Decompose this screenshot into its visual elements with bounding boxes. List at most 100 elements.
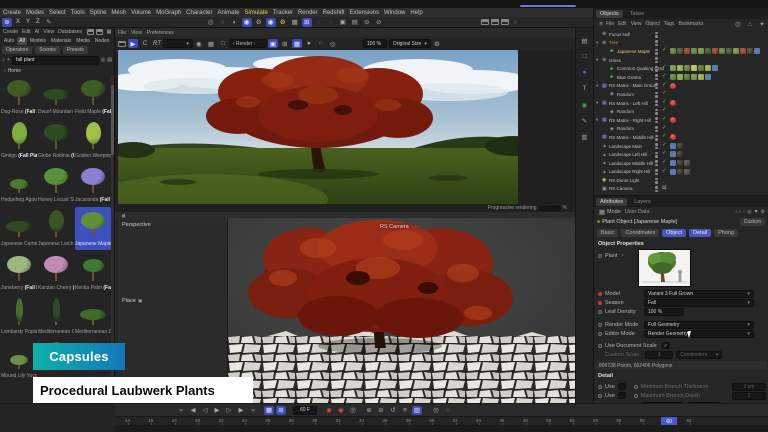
menu-item-window[interactable]: Window [384,10,405,16]
param-marker[interactable] [598,323,602,327]
object-row[interactable]: ♣Common Quaking Grass✓ [594,64,768,73]
visibility-dots[interactable] [655,100,658,107]
menu-item-tools[interactable]: Tools [71,10,85,16]
attr-filter-icon[interactable]: ▼ [754,209,759,215]
record-position-button[interactable]: ⊕ [364,406,374,415]
camera-label[interactable]: RS Camera [380,224,409,230]
object-row[interactable]: ◈Random✓ [594,90,768,99]
tag-icon[interactable] [705,74,711,80]
character-tool-icon[interactable]: ✎ [44,18,54,27]
custom-scale-value[interactable]: 1 [645,351,673,359]
next-key-button[interactable]: ▶ [236,406,246,415]
lock-icon[interactable]: ▣ [268,39,278,48]
dither-icon[interactable]: ⊞ [280,39,290,48]
object-row[interactable]: ▲Landscape Left Hill✓ [594,150,768,159]
visibility-dots[interactable] [655,169,658,176]
pen-tool-icon[interactable]: ✎ [580,116,590,125]
perspective-panel[interactable]: Perspective Place ▣ [118,218,228,403]
tab-objects[interactable]: Objects [596,10,623,18]
asset-menu-ai[interactable]: AI [35,29,40,35]
asset-item[interactable]: Ginkgo (Fall Plant) [1,119,37,162]
object-row[interactable]: ◉RS Dome Light [594,176,768,185]
layout-window-icon[interactable] [481,19,489,25]
enabled-check-icon[interactable]: ✓ [662,107,667,113]
toolbar-icon-dotc[interactable]: ◉ [266,18,276,27]
material-swatch[interactable] [698,74,704,80]
visibility-dots[interactable] [655,65,658,72]
toolbar-icon-grid2[interactable]: ⊞ [302,18,312,27]
menu-item-tracker[interactable]: Tracker [273,10,293,16]
ipr-rendered-image[interactable] [118,50,518,204]
material-swatch[interactable] [691,48,697,54]
field-value-editor-mode[interactable]: Render Geometry▾ [644,330,754,338]
clear-search-icon[interactable]: ◎ [101,57,105,63]
material-swatch[interactable] [684,74,690,80]
param-marker[interactable] [598,301,602,305]
field-value-render-mode[interactable]: Full Geometry▾ [644,321,754,329]
plant-preview[interactable] [638,249,691,287]
toolbar-icon-dotc[interactable]: ◉ [242,18,252,27]
menu-item-character[interactable]: Character [186,10,212,16]
object-row[interactable]: ♣Blue Grama✓ [594,73,768,82]
material-swatch[interactable] [691,74,697,80]
menu-item-create[interactable]: Create [3,10,21,16]
asset-item[interactable]: Mound Lily Yucca (Fal... [1,339,37,382]
asset-item[interactable]: Globe Robinia (Fall Pl... [38,119,74,162]
zoom-field[interactable]: 100 % [363,39,387,48]
toolbar-icon-grid[interactable]: ▦ [290,18,300,27]
object-row[interactable]: ▣RS Camera⊠ [594,185,768,194]
menu-item-extensions[interactable]: Extensions [350,10,379,16]
target-icon[interactable]: ◎ [328,39,338,48]
dock-icon[interactable] [87,29,94,35]
mode-grid-icon[interactable]: ▦ [598,208,606,217]
visibility-dots[interactable] [655,40,658,47]
ipr-menu-view[interactable]: View [131,30,142,36]
enabled-check-icon[interactable]: ✓ [662,73,667,79]
use-checkbox[interactable] [618,383,626,390]
record-rotation-button[interactable]: ↺ [388,406,398,415]
grid-icon[interactable]: ▦ [206,39,216,48]
asset-item[interactable]: Lombardy Poplar (Fall... [1,295,37,338]
material-swatch[interactable] [733,48,739,54]
object-row[interactable]: ⊕Focus Null [594,30,768,39]
gear-icon[interactable]: ⚙ [432,39,442,48]
material-swatch[interactable] [670,65,676,71]
material-swatch[interactable] [684,65,690,71]
record-scale-button[interactable]: ⊘ [376,406,386,415]
section-tab-coordinates[interactable]: Coordinates [621,229,659,237]
field-value-model[interactable]: Variant 3 Full Grown▾ [644,290,754,298]
asset-menu-view[interactable]: View [43,29,54,35]
custom-scale-unit[interactable]: Centimeters▾ [676,351,722,359]
size-mode-dropdown[interactable]: Original Size▾ [389,39,431,48]
visibility-dots[interactable] [655,160,658,167]
render-mode-dropdown[interactable]: ‹ Render › [229,39,267,48]
asset-menu-create[interactable]: Create [3,29,18,35]
material-swatch[interactable] [684,169,690,175]
field-value-leaf-density[interactable]: 100 % [644,308,684,316]
om-search-icon[interactable]: ◎ [733,20,743,29]
object-row[interactable]: ▲Landscape Right Hill✓ [594,168,768,177]
material-swatch[interactable] [719,48,725,54]
menu-item-redshift[interactable]: Redshift [323,10,345,16]
tag-icon[interactable] [754,48,760,54]
toolbar-icon-minus[interactable]: ⊖ [362,18,372,27]
folder-icon[interactable]: ▤ [107,57,112,63]
place-tool-icon[interactable]: ▣ [137,298,144,304]
material-swatch[interactable] [698,65,704,71]
tab-takes[interactable]: Takes [626,10,648,18]
visibility-dots[interactable] [655,57,658,64]
visibility-dots[interactable] [655,126,658,133]
snapshot-icon[interactable] [118,41,126,47]
current-frame-field[interactable]: 60 F [293,406,317,415]
jump-start-button[interactable]: « [176,406,186,415]
preferences-button[interactable]: ◎ [431,406,441,415]
material-swatch[interactable] [670,48,676,54]
material-swatch[interactable] [677,160,683,166]
material-swatch[interactable] [684,48,690,54]
axis-y-toggle[interactable]: Y [26,19,30,25]
enabled-check-icon[interactable]: ✓ [662,159,667,165]
toolbar-icon-circle[interactable]: ○ [314,18,324,27]
object-row[interactable]: ▾▦RS Matrix - Right Hill✓ [594,116,768,125]
tag-icon[interactable] [712,65,718,71]
asset-tab-auto[interactable]: Auto [2,37,16,45]
